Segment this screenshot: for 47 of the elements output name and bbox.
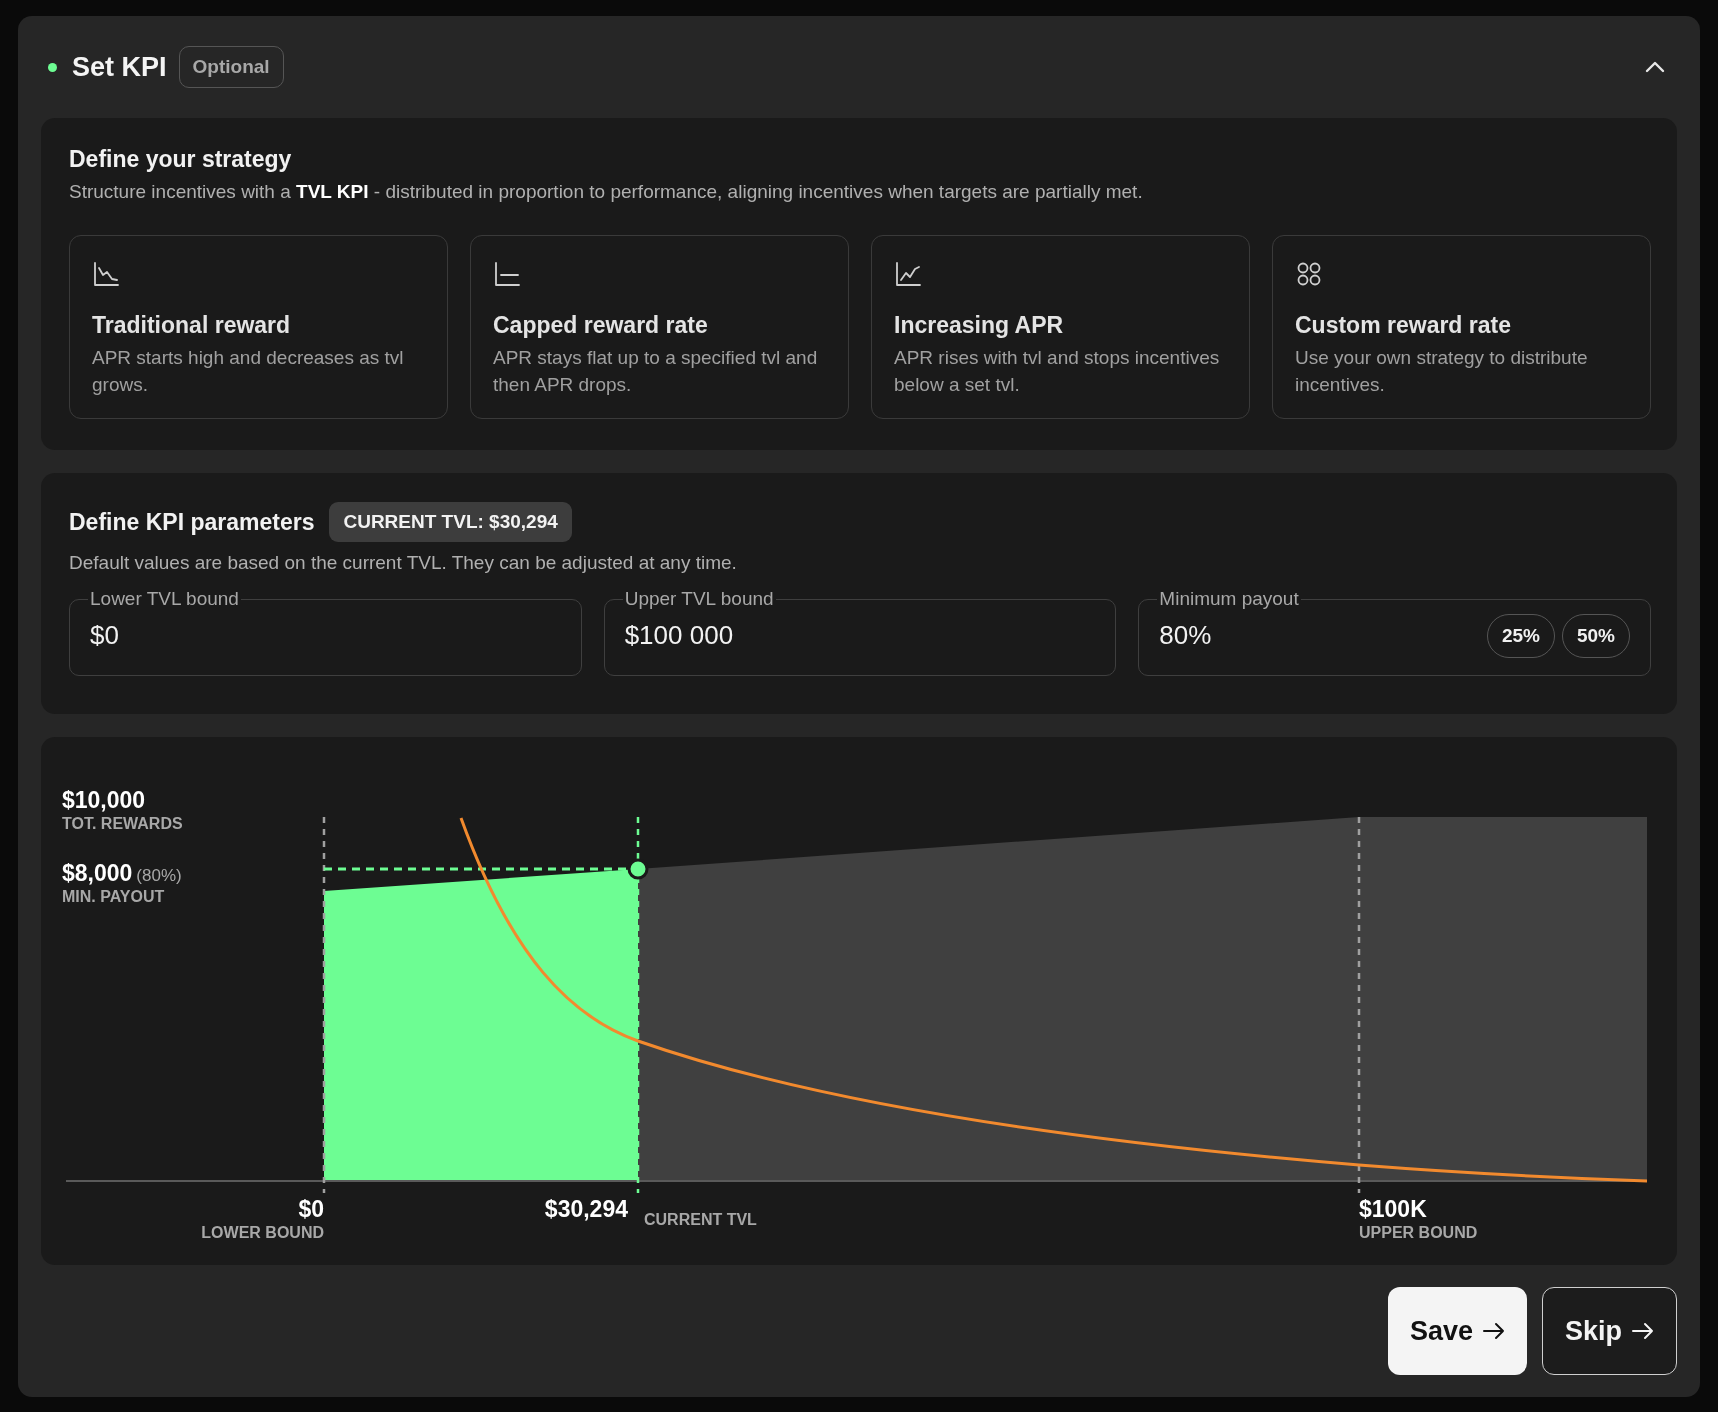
current-tvl-caption: CURRENT TVL xyxy=(644,1211,757,1229)
card-description: Use your own strategy to distribute incentives. xyxy=(1295,346,1589,397)
current-tvl-value: $30,294 xyxy=(544,1196,628,1223)
bound-value: $100K xyxy=(1359,1196,1428,1223)
reward-value: $8,000 xyxy=(62,860,133,887)
card-title: Capped reward rate xyxy=(493,312,709,339)
field-label: Lower TVL bound xyxy=(89,588,240,610)
card-title: Custom reward rate xyxy=(1295,312,1512,339)
bound-caption: LOWER BOUND xyxy=(201,1224,324,1242)
status-dot xyxy=(48,62,57,72)
card-description: APR rises with tvl and stops incentives below a set tvl. xyxy=(894,346,1221,397)
reward-caption: MIN. PAYOUT xyxy=(62,888,166,906)
bound-value: $0 xyxy=(298,1196,324,1223)
panel-title: Set KPI xyxy=(72,51,167,83)
card-description: APR stays flat up to a specified tvl and then APR drops. xyxy=(493,346,819,397)
card-title: Increasing APR xyxy=(894,312,1065,339)
section-title: Define KPI parameters xyxy=(69,508,315,536)
reward-caption: TOT. REWARDS xyxy=(62,815,183,833)
field-value: $0 xyxy=(90,620,119,651)
arrow-right-icon xyxy=(1482,1322,1505,1340)
field-value: 80% xyxy=(1159,620,1212,651)
field-label: Upper TVL bound xyxy=(623,588,775,610)
chevron-icon xyxy=(1645,61,1665,73)
skip-button[interactable]: Skip xyxy=(1541,1287,1677,1375)
decreasing-chart-icon xyxy=(92,260,120,288)
strategy-card[interactable]: Traditional reward APR starts high and decreases as tvl grows. xyxy=(69,235,448,419)
section-description: Structure incentives with a TVL KPI - distributed in proportion to performance, aligning incentives when targets are partially met. xyxy=(69,181,1144,203)
current-tvl-badge: CURRENT TVL: $30,294 xyxy=(329,502,572,542)
save-button[interactable]: Save xyxy=(1387,1287,1527,1375)
reward-value: $10,000 xyxy=(62,787,146,814)
field-value: $100 000 xyxy=(624,620,734,651)
strategy-card[interactable]: Increasing APR APR rises with tvl and stops incentives below a set tvl. xyxy=(871,235,1250,419)
strategy-card[interactable]: Capped reward rate APR stays flat up to a specified tvl and then APR drops. xyxy=(470,235,849,419)
field-label: Minimum payout xyxy=(1158,588,1300,610)
card-title: Traditional reward xyxy=(92,312,292,339)
current-point[interactable] xyxy=(627,858,649,880)
card-description: APR starts high and decreases as tvl grows. xyxy=(92,346,405,397)
flat-chart-icon xyxy=(493,260,521,288)
strategy-card[interactable]: Custom reward rate Use your own strategy to distribute incentives. xyxy=(1272,235,1651,419)
percent-note: (80%) xyxy=(136,866,182,886)
grid-icon xyxy=(1295,260,1323,288)
section-description: Default values are based on the current TVL. They can be adjusted at any time. xyxy=(69,552,738,574)
arrow-right-icon xyxy=(1632,1322,1654,1340)
section-title: Define your strategy xyxy=(69,146,293,173)
bound-caption: UPPER BOUND xyxy=(1359,1224,1478,1242)
increasing-chart-icon xyxy=(894,260,922,288)
optional-badge: Optional xyxy=(178,46,284,88)
